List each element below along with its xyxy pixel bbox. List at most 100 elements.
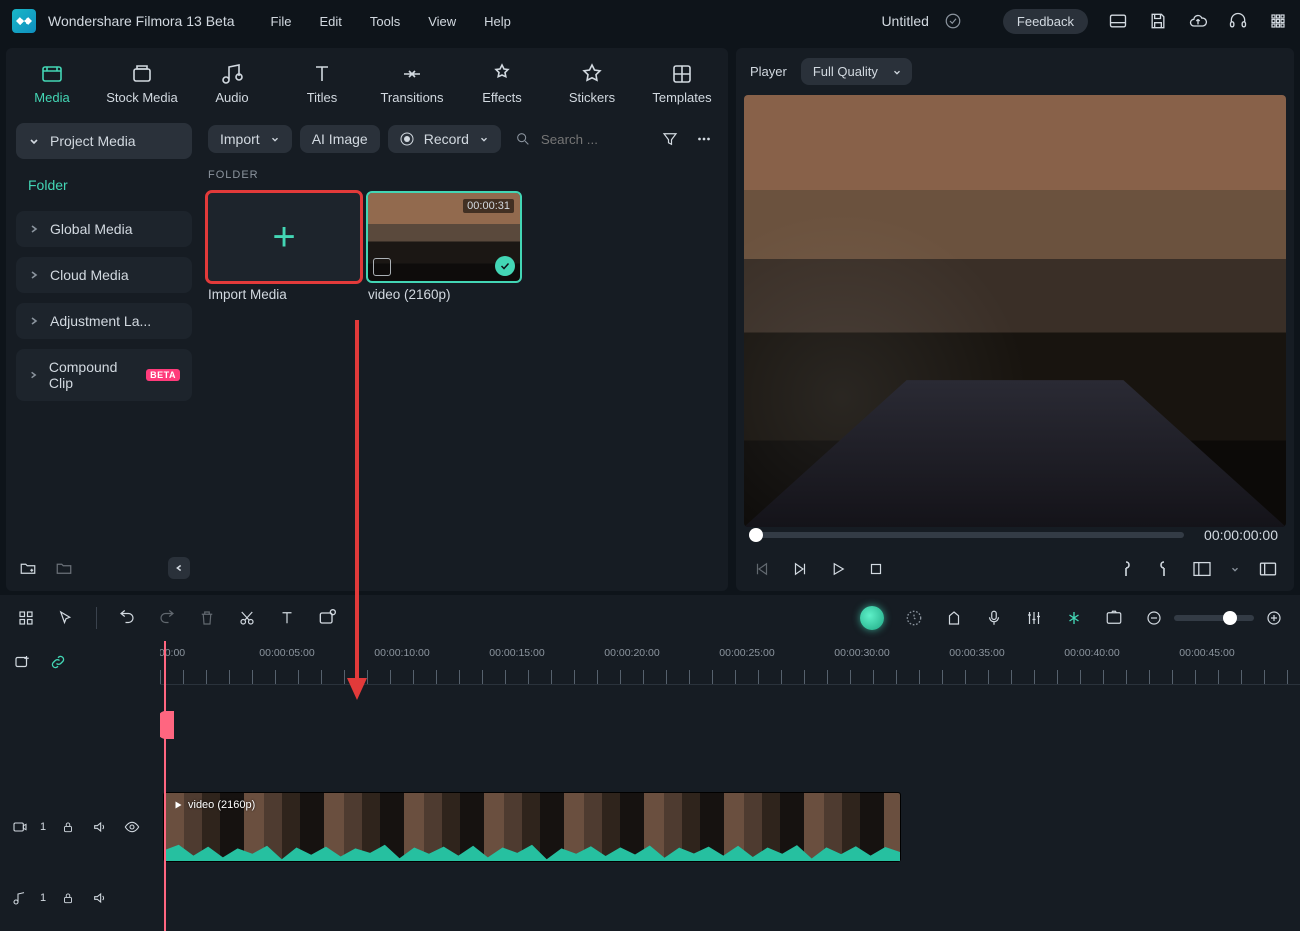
menu-help[interactable]: Help (484, 14, 511, 29)
sidebar-item-global-media[interactable]: Global Media (16, 211, 192, 247)
save-icon[interactable] (1148, 11, 1168, 31)
ruler-tick: 00:00:40:00 (1064, 647, 1119, 659)
delete-icon[interactable] (197, 608, 217, 628)
sidebar-item-label: Project Media (50, 133, 136, 149)
speed-icon[interactable] (904, 608, 924, 628)
video-track-header[interactable]: 1 (0, 789, 160, 865)
tab-templates[interactable]: Templates (644, 56, 720, 111)
tab-media[interactable]: Media (14, 56, 90, 111)
add-track-icon[interactable] (12, 652, 32, 672)
crop-icon[interactable] (317, 608, 337, 628)
tab-transitions-label: Transitions (380, 90, 443, 105)
tab-titles[interactable]: Titles (284, 56, 360, 111)
mute-icon[interactable] (90, 817, 110, 837)
zoom-in-icon[interactable] (1264, 608, 1284, 628)
fullscreen-icon[interactable] (1258, 559, 1278, 579)
tab-stickers-label: Stickers (569, 90, 615, 105)
library-sidebar: Project Media Folder Global Media Cloud … (6, 113, 202, 591)
apps-grid-icon[interactable] (1268, 11, 1288, 31)
selection-tool-icon[interactable] (56, 608, 76, 628)
quality-select[interactable]: Full Quality (801, 58, 912, 85)
support-icon[interactable] (1228, 11, 1248, 31)
marker-icon[interactable] (944, 608, 964, 628)
import-media-label: Import Media (208, 287, 360, 302)
more-options-icon[interactable] (694, 129, 714, 149)
templates-icon (670, 62, 694, 86)
preview-canvas[interactable] (744, 95, 1286, 527)
audio-mixer-icon[interactable] (1024, 608, 1044, 628)
sidebar-item-cloud-media[interactable]: Cloud Media (16, 257, 192, 293)
ai-assist-icon[interactable] (860, 606, 884, 630)
menu-view[interactable]: View (428, 14, 456, 29)
player-timecode: 00:00:00:00 (1204, 527, 1278, 543)
playhead[interactable] (164, 641, 166, 931)
snapshot-icon[interactable] (1104, 608, 1124, 628)
record-label: Record (424, 131, 469, 147)
sidebar-item-folder[interactable]: Folder (16, 169, 192, 201)
collapse-sidebar-icon[interactable] (168, 557, 190, 579)
feedback-button[interactable]: Feedback (1003, 9, 1088, 34)
voiceover-icon[interactable] (984, 608, 1004, 628)
cloud-upload-icon[interactable] (1188, 11, 1208, 31)
stickers-icon (580, 62, 604, 86)
import-media-card[interactable]: + (208, 193, 360, 281)
step-forward-button[interactable] (790, 559, 810, 579)
time-ruler[interactable]: 00:0000:00:05:0000:00:10:0000:00:15:0000… (160, 641, 1300, 685)
tab-audio[interactable]: Audio (194, 56, 270, 111)
lock-icon[interactable] (58, 888, 78, 908)
filter-icon[interactable] (660, 129, 680, 149)
redo-icon[interactable] (157, 608, 177, 628)
menu-tools[interactable]: Tools (370, 14, 400, 29)
mark-out-icon[interactable] (1154, 559, 1174, 579)
ruler-tick: 00:00:35:00 (949, 647, 1004, 659)
mute-icon[interactable] (90, 888, 110, 908)
tab-stock-media-label: Stock Media (106, 90, 178, 105)
menu-edit[interactable]: Edit (319, 14, 341, 29)
play-button[interactable] (828, 559, 848, 579)
sidebar-item-project-media[interactable]: Project Media (16, 123, 192, 159)
sync-status-icon[interactable] (943, 11, 963, 31)
sidebar-item-label: Global Media (50, 221, 133, 237)
prev-frame-button[interactable] (752, 559, 772, 579)
text-icon[interactable] (277, 608, 297, 628)
link-tracks-icon[interactable] (48, 652, 68, 672)
ruler-tick: 00:00:20:00 (604, 647, 659, 659)
layout-icon[interactable] (1108, 11, 1128, 31)
seek-slider[interactable] (752, 532, 1184, 538)
sidebar-item-compound-clip[interactable]: Compound Clip BETA (16, 349, 192, 401)
titles-icon (310, 62, 334, 86)
aspect-ratio-icon[interactable] (1192, 559, 1212, 579)
search-input[interactable] (539, 131, 609, 148)
play-icon (172, 799, 184, 811)
menu-file[interactable]: File (271, 14, 292, 29)
document-title: Untitled (881, 13, 928, 29)
new-folder-icon[interactable] (18, 558, 38, 578)
record-dropdown[interactable]: Record (388, 125, 501, 153)
undo-icon[interactable] (117, 608, 137, 628)
lock-icon[interactable] (58, 817, 78, 837)
timeline-clip[interactable]: video (2160p) (164, 793, 900, 861)
grid-view-icon[interactable] (16, 608, 36, 628)
audio-track-header[interactable]: 1 (0, 865, 160, 931)
chevron-down-icon[interactable] (1230, 564, 1240, 574)
tab-media-label: Media (34, 90, 69, 105)
import-dropdown[interactable]: Import (208, 125, 292, 153)
zoom-out-icon[interactable] (1144, 608, 1164, 628)
ai-image-button[interactable]: AI Image (300, 125, 380, 153)
mark-in-icon[interactable] (1116, 559, 1136, 579)
tab-transitions[interactable]: Transitions (374, 56, 450, 111)
tab-stickers[interactable]: Stickers (554, 56, 630, 111)
cut-icon[interactable] (237, 608, 257, 628)
tab-effects[interactable]: Effects (464, 56, 540, 111)
library-panel: Media Stock Media Audio Titles Transitio… (6, 48, 728, 591)
split-icon[interactable] (1064, 608, 1084, 628)
video-clip-card[interactable]: 00:00:31 (368, 193, 520, 281)
stop-button[interactable] (866, 559, 886, 579)
transitions-icon (400, 62, 424, 86)
zoom-slider[interactable] (1174, 615, 1254, 621)
tracks-area[interactable]: 00:0000:00:05:0000:00:10:0000:00:15:0000… (160, 641, 1300, 931)
visibility-icon[interactable] (122, 817, 142, 837)
sidebar-item-adjustment-layer[interactable]: Adjustment La... (16, 303, 192, 339)
tab-stock-media[interactable]: Stock Media (104, 56, 180, 111)
ruler-tick: 00:00:15:00 (489, 647, 544, 659)
